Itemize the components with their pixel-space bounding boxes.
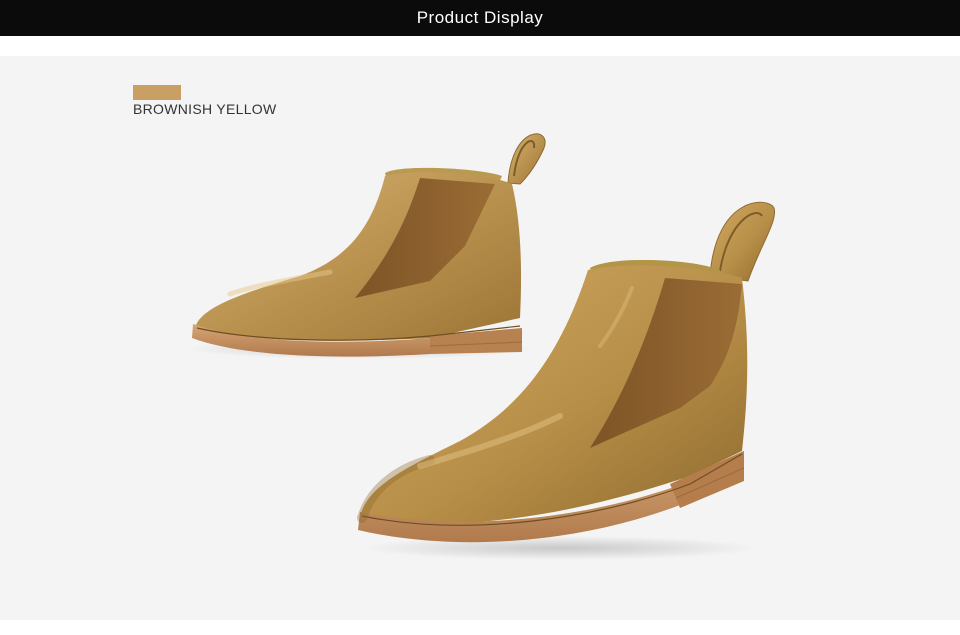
product-photo: BROWNISH YELLOW [0,56,960,620]
page-title: Product Display [416,8,544,27]
header-bar: Product Display [0,0,960,36]
boot-left [185,133,546,359]
boots-image [185,133,776,560]
product-page: Product Display BROWNISH YELLOW [0,0,960,635]
